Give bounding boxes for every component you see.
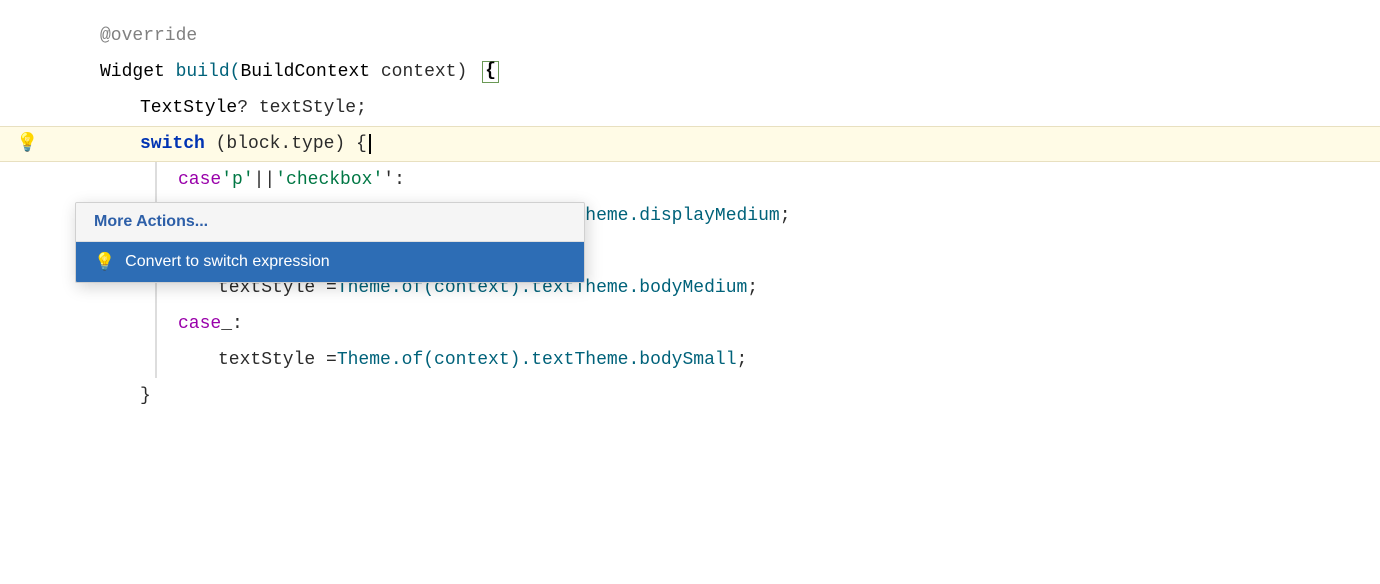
code-line-switch: 💡 switch (block.type) { <box>0 126 1380 162</box>
editor-area: @override Widget build( BuildContext con… <box>0 0 1380 584</box>
code-token: (block.type) { <box>205 126 367 162</box>
bulb-icon: 💡 <box>94 252 115 272</box>
code-token: case <box>178 306 221 342</box>
code-token: switch <box>140 126 205 162</box>
code-token: _: <box>221 306 243 342</box>
code-token: Theme.of(context).textTheme.bodySmall <box>337 342 737 378</box>
code-line: Widget build( BuildContext context) { <box>0 54 1380 90</box>
lightbulb-gutter-icon[interactable]: 💡 <box>16 126 38 162</box>
code-token: TextStyle <box>140 90 237 126</box>
text-cursor <box>369 134 371 154</box>
code-line: @override <box>0 18 1380 54</box>
code-token: 'checkbox' <box>275 162 383 198</box>
more-actions-label: More Actions... <box>94 213 208 230</box>
code-line: } <box>0 378 1380 414</box>
code-token: build( <box>176 54 241 90</box>
convert-label: Convert to switch expression <box>125 253 330 271</box>
code-token: BuildContext <box>240 54 370 90</box>
code-token: context) <box>370 54 478 90</box>
code-token: ? textStyle; <box>237 90 367 126</box>
code-line: case _: <box>0 306 1380 342</box>
code-token <box>165 54 176 90</box>
code-token: textStyle = <box>218 342 337 378</box>
code-token: Widget <box>100 54 165 90</box>
code-token: 'p' <box>221 162 253 198</box>
convert-to-switch-item[interactable]: 💡 Convert to switch expression <box>76 242 584 282</box>
code-line: TextStyle ? textStyle; <box>0 90 1380 126</box>
code-token: ; <box>780 198 791 234</box>
context-menu: More Actions... 💡 Convert to switch expr… <box>75 202 585 283</box>
code-token: || <box>254 162 276 198</box>
code-token: case <box>178 162 221 198</box>
code-token: @override <box>100 18 197 54</box>
code-line: textStyle = Theme.of(context).textTheme.… <box>0 342 1380 378</box>
code-line: case 'p' || 'checkbox' ': <box>0 162 1380 198</box>
code-token: ; <box>747 270 758 306</box>
code-token: ': <box>383 162 405 198</box>
code-token: ; <box>737 342 748 378</box>
code-token: } <box>140 378 151 414</box>
bracket-highlight: { <box>482 61 499 83</box>
more-actions-item[interactable]: More Actions... <box>76 203 584 242</box>
